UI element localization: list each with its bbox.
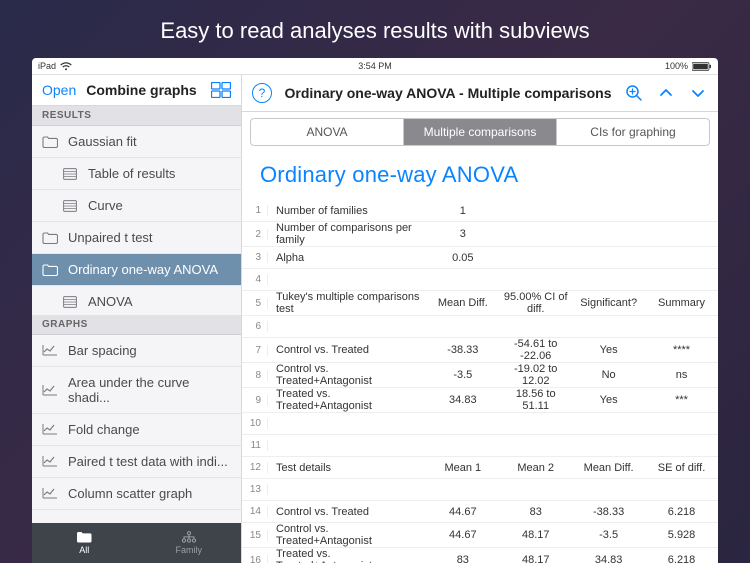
- sidebar-item-area-under-the-curve-shadi-[interactable]: Area under the curve shadi...: [32, 367, 241, 414]
- table-row: 2Number of comparisons per family3: [242, 222, 718, 247]
- sidebar-item-gaussian-fit[interactable]: Gaussian fit: [32, 126, 241, 158]
- promo-headline: Easy to read analyses results with subvi…: [0, 0, 750, 58]
- chart-icon: [42, 423, 58, 435]
- segment-anova[interactable]: ANOVA: [251, 119, 403, 145]
- table-row: 3Alpha0.05: [242, 247, 718, 269]
- sidebar-item-ordinary-one-way-anova[interactable]: Ordinary one-way ANOVA: [32, 254, 241, 286]
- sidebar-item-curve[interactable]: Curve: [32, 190, 241, 222]
- table-row: 10: [242, 413, 718, 435]
- layout-grid-icon[interactable]: [211, 82, 231, 98]
- sidebar-item-label: Area under the curve shadi...: [68, 375, 231, 405]
- chart-icon: [42, 455, 58, 467]
- sidebar-item-paired-t-test-data-with-indi-[interactable]: Paired t test data with indi...: [32, 446, 241, 478]
- folder-icon: [42, 136, 58, 148]
- app-root: Open Combine graphs RESULTS Gaussian fit…: [32, 74, 718, 563]
- sidebar-item-label: ANOVA: [88, 294, 133, 309]
- sidebar-item-label: Gaussian fit: [68, 134, 137, 149]
- sidebar-item-label: Bar spacing: [68, 343, 137, 358]
- tab-family[interactable]: Family: [137, 523, 242, 563]
- table-row: 15Control vs. Treated+Antagonist44.6748.…: [242, 523, 718, 548]
- table-row: 4: [242, 269, 718, 291]
- sheet-icon: [62, 200, 78, 212]
- tab-all[interactable]: All: [32, 523, 137, 563]
- table-row: 5Tukey's multiple comparisons testMean D…: [242, 291, 718, 316]
- results-list: Gaussian fit Table of results Curve Unpaire…: [32, 126, 241, 315]
- open-button[interactable]: Open: [42, 82, 76, 98]
- sheet-icon: [62, 296, 78, 308]
- help-button[interactable]: ?: [250, 81, 274, 105]
- sidebar-item-label: Fold change: [68, 422, 140, 437]
- sidebar-title: Combine graphs: [86, 82, 211, 98]
- sidebar-bottom-tabs: All Family: [32, 523, 241, 563]
- main-pane: ? Ordinary one-way ANOVA - Multiple comp…: [242, 75, 718, 563]
- sidebar-item-label: Column scatter graph: [68, 486, 192, 501]
- table-row: 9Treated vs. Treated+Antagonist34.8318.5…: [242, 388, 718, 413]
- nav-up-button[interactable]: [654, 81, 678, 105]
- sidebar-item-unpaired-t-test[interactable]: Unpaired t test: [32, 222, 241, 254]
- segment-cis-for-graphing[interactable]: CIs for graphing: [556, 119, 709, 145]
- results-table: 1Number of families12Number of compariso…: [242, 200, 718, 563]
- carrier-label: iPad: [38, 61, 56, 71]
- section-header-graphs: GRAPHS: [32, 315, 241, 335]
- ios-status-bar: iPad 3:54 PM 100%: [32, 58, 718, 74]
- battery-icon: [692, 62, 712, 71]
- sidebar-item-table-of-results[interactable]: Table of results: [32, 158, 241, 190]
- tab-all-label: All: [79, 545, 89, 555]
- sheet-icon: [62, 168, 78, 180]
- table-row: 16Treated vs. Treated+Antagonist8348.173…: [242, 548, 718, 563]
- segmented-control[interactable]: ANOVAMultiple comparisonsCIs for graphin…: [250, 118, 710, 146]
- sidebar-item-bar-spacing[interactable]: Bar spacing: [32, 335, 241, 367]
- sidebar-toolbar: Open Combine graphs: [32, 75, 241, 106]
- analyze-button[interactable]: [622, 81, 646, 105]
- chart-icon: [42, 344, 58, 356]
- clock: 3:54 PM: [358, 61, 392, 71]
- table-row: 13: [242, 479, 718, 501]
- graphs-list: Bar spacing Area under the curve shadi...…: [32, 335, 241, 524]
- folder-solid-icon: [76, 531, 92, 543]
- sidebar-item-label: Unpaired t test: [68, 230, 153, 245]
- sidebar-item-label: Curve: [88, 198, 123, 213]
- segment-multiple-comparisons[interactable]: Multiple comparisons: [403, 119, 556, 145]
- table-row: 11: [242, 435, 718, 457]
- sidebar: Open Combine graphs RESULTS Gaussian fit…: [32, 75, 242, 563]
- nav-down-button[interactable]: [686, 81, 710, 105]
- ipad-frame: iPad 3:54 PM 100% Open Combine graphs RE…: [32, 58, 718, 563]
- tab-family-label: Family: [176, 545, 203, 555]
- chart-icon: [42, 487, 58, 499]
- table-row: 12Test detailsMean 1Mean 2Mean Diff.SE o…: [242, 457, 718, 479]
- sidebar-item-anova[interactable]: ANOVA: [32, 286, 241, 315]
- main-toolbar: ? Ordinary one-way ANOVA - Multiple comp…: [242, 75, 718, 112]
- sidebar-item-fold-change[interactable]: Fold change: [32, 414, 241, 446]
- folder-icon: [42, 232, 58, 244]
- sidebar-item-label: Table of results: [88, 166, 175, 181]
- sidebar-item-column-scatter-graph[interactable]: Column scatter graph: [32, 478, 241, 510]
- table-row: 7Control vs. Treated-38.33-54.61 to -22.…: [242, 338, 718, 363]
- table-row: 8Control vs. Treated+Antagonist-3.5-19.0…: [242, 363, 718, 388]
- content-title: Ordinary one-way ANOVA: [242, 152, 718, 200]
- chart-icon: [42, 384, 58, 396]
- battery-label: 100%: [665, 61, 688, 71]
- table-row: 1Number of families1: [242, 200, 718, 222]
- page-title: Ordinary one-way ANOVA - Multiple compar…: [282, 85, 614, 101]
- table-row: 6: [242, 316, 718, 338]
- tree-icon: [181, 531, 197, 543]
- sidebar-item-label: Paired t test data with indi...: [68, 454, 228, 469]
- wifi-icon: [60, 62, 72, 71]
- sidebar-item-label: Ordinary one-way ANOVA: [68, 262, 218, 277]
- table-row: 14Control vs. Treated44.6783-38.336.218: [242, 501, 718, 523]
- folder-icon: [42, 264, 58, 276]
- section-header-results: RESULTS: [32, 106, 241, 126]
